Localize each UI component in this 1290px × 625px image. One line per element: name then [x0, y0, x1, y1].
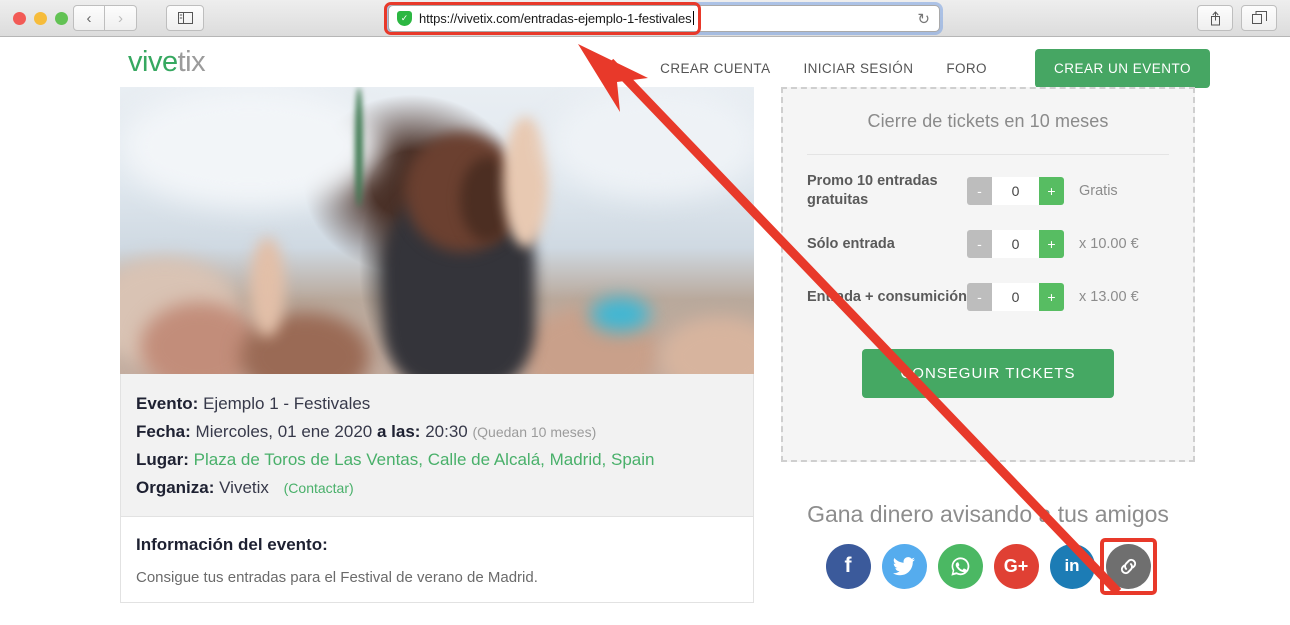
- event-info-text: Consigue tus entradas para el Festival d…: [136, 569, 538, 587]
- label-evento: Evento:: [136, 394, 199, 413]
- increment-button[interactable]: +: [1039, 283, 1064, 311]
- ticket-rows: Promo 10 entradas gratuitas - 0 + Gratis…: [807, 155, 1169, 319]
- conseguir-tickets-button[interactable]: CONSEGUIR TICKETS: [862, 349, 1114, 398]
- link-chain-glyph: [1120, 558, 1136, 574]
- minimize-window-button[interactable]: [34, 12, 47, 25]
- forward-button[interactable]: ›: [105, 5, 137, 31]
- nav-item-iniciar-sesion[interactable]: INICIAR SESIÓN: [803, 61, 913, 76]
- security-shield-icon: ✓: [397, 11, 412, 26]
- event-organizer-line: Organiza: Vivetix (Contactar): [136, 474, 738, 502]
- twitter-icon[interactable]: [881, 543, 927, 589]
- show-tabs-button[interactable]: [1241, 5, 1277, 31]
- nav-item-foro[interactable]: FORO: [946, 61, 987, 76]
- chevron-right-icon: ›: [118, 9, 123, 27]
- ticket-price: Gratis: [1079, 183, 1118, 199]
- whatsapp-icon[interactable]: [937, 543, 983, 589]
- ticket-name: Promo 10 entradas gratuitas: [807, 173, 938, 208]
- ticket-panel-title: Cierre de tickets en 10 meses: [807, 111, 1169, 155]
- increment-button[interactable]: +: [1039, 230, 1064, 258]
- quantity-stepper: - 0 +: [967, 283, 1064, 311]
- event-remaining-value: (Quedan 10 meses): [472, 424, 597, 441]
- maximize-window-button[interactable]: [55, 12, 68, 25]
- quantity-value[interactable]: 0: [992, 177, 1039, 205]
- twitter-bird-glyph: [892, 556, 915, 576]
- event-date-line: Fecha: Miercoles, 01 ene 2020 a las: 20:…: [136, 418, 738, 446]
- event-info-box: Información del evento: Consigue tus ent…: [120, 517, 754, 604]
- event-time-value: 20:30: [425, 422, 468, 442]
- googleplus-icon[interactable]: G+: [993, 543, 1039, 589]
- ticket-name: Sólo entrada: [807, 235, 895, 252]
- event-venue-line: Lugar: Plaza de Toros de Las Ventas, Cal…: [136, 446, 738, 474]
- crear-un-evento-button[interactable]: CREAR UN EVENTO: [1034, 49, 1210, 88]
- ticket-row: Entrada + consumición - 0 + x 13.00 €: [807, 275, 1169, 319]
- share-icon-list: f G+ in: [781, 537, 1195, 595]
- show-sidebar-button[interactable]: [166, 5, 204, 31]
- event-organizer-value: Vivetix: [219, 478, 269, 498]
- event-details-box: Evento: Ejemplo 1 - Festivales Fecha: Mi…: [120, 374, 754, 518]
- increment-button[interactable]: +: [1039, 177, 1064, 205]
- reload-icon: ↻: [917, 11, 930, 28]
- reload-button[interactable]: ↻: [917, 10, 930, 28]
- label-a-las: a las:: [377, 422, 421, 442]
- decrement-button[interactable]: -: [967, 177, 992, 205]
- chevron-left-icon: ‹: [86, 9, 92, 27]
- event-info-title: Información del evento:: [136, 535, 328, 555]
- label-organiza: Organiza:: [136, 478, 215, 498]
- event-name-line: Evento: Ejemplo 1 - Festivales: [136, 390, 738, 418]
- decrement-button[interactable]: -: [967, 230, 992, 258]
- ticket-sidebar: Cierre de tickets en 10 meses Promo 10 e…: [781, 87, 1195, 595]
- tabs-icon: [1251, 11, 1267, 24]
- googleplus-glyph: G+: [1003, 555, 1029, 576]
- quantity-stepper: - 0 +: [967, 177, 1064, 205]
- ticket-row: Sólo entrada - 0 + x 10.00 €: [807, 222, 1169, 266]
- ticket-price: x 10.00 €: [1079, 236, 1139, 252]
- logo-text-primary: vive: [128, 46, 178, 78]
- shield-check-glyph: ✓: [400, 13, 409, 23]
- sidebar-icon: [177, 12, 193, 24]
- navigation-buttons: ‹ ›: [73, 5, 137, 31]
- ticket-purchase-panel: Cierre de tickets en 10 meses Promo 10 e…: [781, 87, 1195, 462]
- share-icon: [1210, 10, 1220, 25]
- copy-link-wrapper: [1099, 537, 1157, 595]
- event-hero-image: [120, 87, 754, 374]
- ticket-price: x 13.00 €: [1079, 289, 1139, 305]
- contact-organizer-link[interactable]: (Contactar): [284, 480, 354, 496]
- share-section: Gana dinero avisando a tus amigos f G+ i…: [781, 500, 1195, 595]
- text-cursor: [692, 11, 694, 25]
- main-navigation: CREAR CUENTA INICIAR SESIÓN FORO CREAR U…: [660, 49, 1210, 88]
- event-name-value: Ejemplo 1 - Festivales: [203, 394, 371, 413]
- nav-item-crear-cuenta[interactable]: CREAR CUENTA: [660, 61, 770, 76]
- decrement-button[interactable]: -: [967, 283, 992, 311]
- ticket-row: Promo 10 entradas gratuitas - 0 + Gratis: [807, 169, 1169, 213]
- site-logo[interactable]: vivetix: [128, 46, 206, 79]
- label-fecha: Fecha:: [136, 422, 191, 442]
- back-button[interactable]: ‹: [73, 5, 105, 31]
- event-venue-value[interactable]: Plaza de Toros de Las Ventas, Calle de A…: [194, 450, 655, 469]
- toolbar-right-buttons: [1197, 5, 1277, 31]
- label-lugar: Lugar:: [136, 450, 189, 470]
- share-title: Gana dinero avisando a tus amigos: [807, 501, 1169, 527]
- quantity-stepper: - 0 +: [967, 230, 1064, 258]
- event-main-column: Evento: Ejemplo 1 - Festivales Fecha: Mi…: [120, 87, 754, 604]
- quantity-value[interactable]: 0: [992, 230, 1039, 258]
- quantity-value[interactable]: 0: [992, 283, 1039, 311]
- facebook-icon[interactable]: f: [825, 543, 871, 589]
- logo-text-secondary: tix: [177, 46, 206, 78]
- share-button[interactable]: [1197, 5, 1233, 31]
- url-value: https://vivetix.com/entradas-ejemplo-1-f…: [419, 11, 692, 26]
- facebook-glyph: f: [844, 554, 852, 578]
- copy-link-icon[interactable]: [1105, 543, 1151, 589]
- address-bar[interactable]: ✓ https://vivetix.com/entradas-ejemplo-1…: [388, 5, 940, 32]
- linkedin-icon[interactable]: in: [1049, 543, 1095, 589]
- event-date-value: Miercoles, 01 ene 2020: [195, 422, 373, 442]
- whatsapp-glyph: [950, 557, 969, 576]
- close-window-button[interactable]: [13, 12, 26, 25]
- window-controls: [13, 12, 68, 25]
- ticket-name: Entrada + consumición: [807, 288, 967, 305]
- browser-toolbar: ‹ › ✓ https://vivetix.com/entradas-ejemp…: [0, 0, 1290, 37]
- url-text: https://vivetix.com/entradas-ejemplo-1-f…: [419, 11, 694, 26]
- linkedin-glyph: in: [1064, 556, 1080, 576]
